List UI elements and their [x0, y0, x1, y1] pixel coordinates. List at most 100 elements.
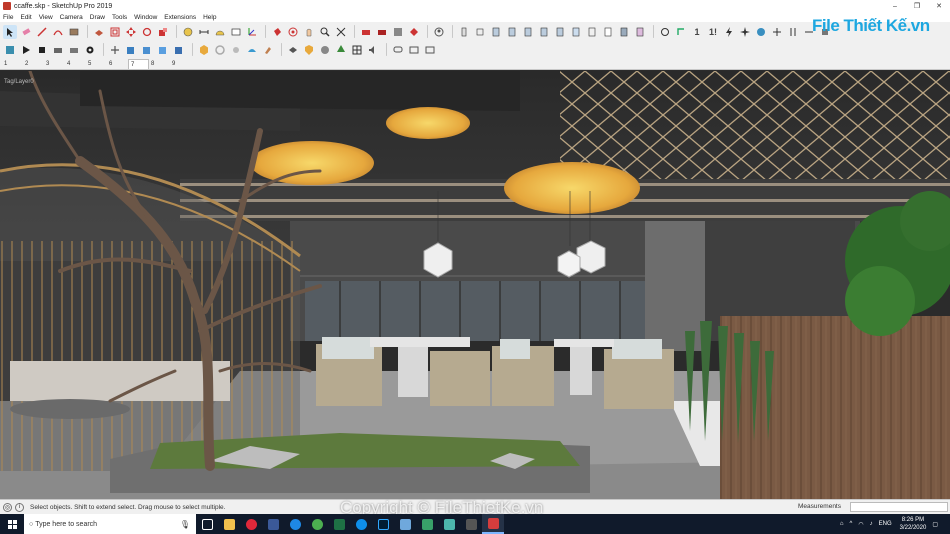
scene-tab-4[interactable]: 4: [65, 59, 86, 69]
teamviewer-icon[interactable]: [350, 514, 372, 534]
plugin-updown-icon[interactable]: [786, 25, 800, 39]
plugin-lightning-icon[interactable]: [722, 25, 736, 39]
wireframe-style-icon[interactable]: [585, 25, 599, 39]
tray-up-icon[interactable]: ^: [850, 521, 853, 527]
front-view-icon[interactable]: [489, 25, 503, 39]
scene-tab-1[interactable]: 1: [2, 59, 23, 69]
plugin-one-icon[interactable]: 1: [690, 25, 704, 39]
move-tool-icon[interactable]: [124, 25, 138, 39]
file-explorer-icon[interactable]: [218, 514, 240, 534]
notifications-icon[interactable]: ▢: [932, 521, 938, 528]
arc-tool-icon[interactable]: [51, 25, 65, 39]
scene-tab-5[interactable]: 5: [86, 59, 107, 69]
xray-style-icon[interactable]: [569, 25, 583, 39]
camera-settings-icon[interactable]: [51, 43, 65, 57]
frame-icon[interactable]: [423, 43, 437, 57]
extension-manager-icon[interactable]: [407, 25, 421, 39]
app-icon-blue[interactable]: [394, 514, 416, 534]
top-view-icon[interactable]: [473, 25, 487, 39]
render-settings-icon[interactable]: [67, 43, 81, 57]
paint-bucket-tool-icon[interactable]: [270, 25, 284, 39]
sketchup-taskbar-icon[interactable]: [482, 514, 504, 534]
measurements-input[interactable]: [850, 502, 948, 512]
grid-icon[interactable]: [350, 43, 364, 57]
play-animation-icon[interactable]: [19, 43, 33, 57]
scene-tab-2[interactable]: 2: [23, 59, 44, 69]
shaded-texture-style-icon[interactable]: [633, 25, 647, 39]
people-icon[interactable]: ⌂: [840, 521, 844, 527]
warehouse-icon[interactable]: [359, 25, 373, 39]
geolocation-icon[interactable]: ◎: [3, 502, 12, 512]
menu-file[interactable]: File: [3, 14, 13, 21]
pan-tool-icon[interactable]: [302, 25, 316, 39]
plugin-rotate-icon[interactable]: [658, 25, 672, 39]
select-tool-icon[interactable]: [3, 24, 17, 39]
extension-warehouse-icon[interactable]: [375, 25, 389, 39]
taskbar-search[interactable]: ○ Type here to search 🎙: [24, 514, 196, 534]
model-viewport[interactable]: Tag/Layer0: [0, 71, 950, 499]
iso-view-icon[interactable]: [457, 25, 471, 39]
plugin-circle-icon[interactable]: [754, 25, 768, 39]
plugin-one-bang-icon[interactable]: 1!: [706, 25, 720, 39]
offset-tool-icon[interactable]: [108, 25, 122, 39]
photoshop-icon[interactable]: [372, 514, 394, 534]
eraser-tool-icon[interactable]: [19, 25, 33, 39]
gear-icon[interactable]: [83, 43, 97, 57]
stop-animation-icon[interactable]: [35, 43, 49, 57]
left-view-icon[interactable]: [537, 25, 551, 39]
menu-help[interactable]: Help: [203, 14, 216, 21]
maximize-button[interactable]: ❐: [906, 0, 928, 12]
zoom-tool-icon[interactable]: [318, 25, 332, 39]
calculator-icon[interactable]: [460, 514, 482, 534]
minimize-button[interactable]: –: [884, 0, 906, 12]
clock[interactable]: 8:26 PM 3/22/2020: [900, 516, 927, 532]
menu-view[interactable]: View: [39, 14, 53, 21]
dimension-tool-icon[interactable]: [197, 25, 211, 39]
solid-split-icon[interactable]: [172, 43, 186, 57]
opera-icon[interactable]: [240, 514, 262, 534]
scene-tab-6[interactable]: 6: [107, 59, 128, 69]
scale-tool-icon[interactable]: [156, 25, 170, 39]
volume-icon[interactable]: ♪: [870, 521, 873, 527]
right-view-icon[interactable]: [505, 25, 519, 39]
protractor-tool-icon[interactable]: [213, 25, 227, 39]
start-button[interactable]: [0, 514, 24, 534]
hex-tool-icon[interactable]: [197, 43, 211, 57]
plugin-curve-icon[interactable]: [674, 25, 688, 39]
messenger-icon[interactable]: [284, 514, 306, 534]
scene-tab-9[interactable]: 9: [170, 59, 191, 69]
plugin-split-icon[interactable]: [770, 25, 784, 39]
close-button[interactable]: ✕: [928, 0, 950, 12]
send-to-layout-icon[interactable]: [391, 25, 405, 39]
component-icon[interactable]: [286, 43, 300, 57]
sandbox-icon[interactable]: [245, 43, 259, 57]
text-tool-icon[interactable]: [229, 25, 243, 39]
scene-tab-8[interactable]: 8: [149, 59, 170, 69]
scene-tab-3[interactable]: 3: [44, 59, 65, 69]
solid-subtract-icon[interactable]: [140, 43, 154, 57]
info-icon[interactable]: i: [15, 502, 24, 512]
scene-tab-7[interactable]: 7: [128, 59, 149, 69]
move-axis-icon[interactable]: [108, 43, 122, 57]
solid-trim-icon[interactable]: [156, 43, 170, 57]
facebook-icon[interactable]: [262, 514, 284, 534]
orbit-tool-icon[interactable]: [286, 25, 300, 39]
rectangle-tool-icon[interactable]: [67, 25, 81, 39]
chat-icon[interactable]: [391, 43, 405, 57]
menu-camera[interactable]: Camera: [60, 14, 83, 21]
menu-window[interactable]: Window: [134, 14, 157, 21]
circle-frame-icon[interactable]: [213, 43, 227, 57]
paint-icon[interactable]: [261, 43, 275, 57]
menu-draw[interactable]: Draw: [90, 14, 105, 21]
language-indicator[interactable]: ENG: [879, 521, 892, 527]
scene-preview-icon[interactable]: [3, 43, 17, 57]
solid-union-icon[interactable]: [124, 43, 138, 57]
profile-icon[interactable]: [432, 25, 446, 39]
rotate-tool-icon[interactable]: [140, 25, 154, 39]
wifi-icon[interactable]: ◠: [858, 521, 863, 528]
chrome-icon[interactable]: [306, 514, 328, 534]
follow-me-icon[interactable]: [229, 43, 243, 57]
back-view-icon[interactable]: [521, 25, 535, 39]
zoom-extents-tool-icon[interactable]: [334, 25, 348, 39]
shield-icon[interactable]: [302, 43, 316, 57]
